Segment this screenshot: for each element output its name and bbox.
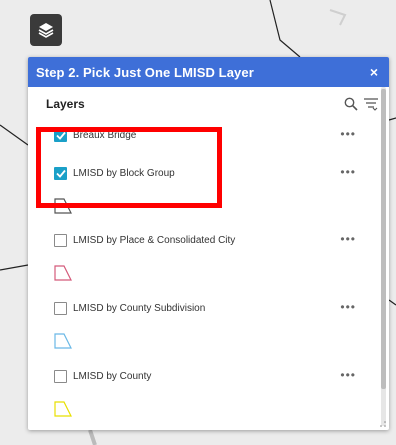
layer-label: LMISD by Block Group (73, 167, 175, 179)
legend-swatch-block-group (54, 198, 72, 214)
more-options-icon[interactable]: ••• (340, 128, 356, 140)
layer-label: Breaux Bridge (73, 129, 137, 141)
collapse-caret-icon[interactable] (28, 170, 46, 176)
expand-caret-icon[interactable] (28, 131, 46, 139)
layer-checkbox[interactable] (54, 233, 67, 247)
layer-label: LMISD by Place & Consolidated City (73, 234, 236, 246)
layers-title: Layers (46, 97, 85, 111)
layers-subheader: Layers (28, 87, 389, 121)
layer-label: LMISD by County (73, 370, 152, 382)
more-options-icon[interactable]: ••• (340, 369, 356, 381)
check-icon (55, 131, 66, 140)
layer-row-county[interactable]: LMISD by County ••• (28, 366, 374, 386)
legend-swatch-county-subdivision (54, 333, 72, 349)
layer-row-county-subdivision[interactable]: LMISD by County Subdivision ••• (28, 298, 374, 318)
layer-checkbox[interactable] (54, 301, 67, 315)
layer-row-place[interactable]: LMISD by Place & Consolidated City ••• (28, 230, 374, 250)
panel-title: Step 2. Pick Just One LMISD Layer (36, 64, 254, 80)
layer-row-block-group[interactable]: LMISD by Block Group ••• (28, 163, 374, 183)
more-options-icon[interactable]: ••• (340, 301, 356, 313)
layer-list: Breaux Bridge ••• LMISD by Block Group •… (28, 121, 389, 430)
scrollbar-thumb[interactable] (381, 89, 386, 389)
layer-label: LMISD by County Subdivision (73, 302, 206, 314)
more-options-icon[interactable]: ••• (340, 166, 356, 178)
more-options-icon[interactable]: ••• (340, 233, 356, 245)
check-icon (55, 169, 66, 178)
layers-icon (38, 23, 54, 38)
scrollbar[interactable] (381, 87, 386, 426)
search-icon[interactable] (343, 96, 359, 112)
layer-checkbox[interactable] (54, 166, 67, 180)
panel-header: Step 2. Pick Just One LMISD Layer × (28, 57, 389, 87)
collapse-caret-icon[interactable] (28, 305, 46, 311)
layer-row-breaux-bridge[interactable]: Breaux Bridge ••• (28, 125, 374, 145)
layer-list-button[interactable] (30, 14, 62, 46)
layer-panel: Step 2. Pick Just One LMISD Layer × Laye… (28, 57, 389, 430)
resize-grip-icon[interactable] (379, 420, 387, 428)
layer-checkbox[interactable] (54, 369, 67, 383)
filter-options-icon[interactable] (363, 96, 379, 112)
layer-checkbox[interactable] (54, 128, 67, 142)
collapse-caret-icon[interactable] (28, 237, 46, 243)
legend-swatch-place (54, 265, 72, 281)
collapse-caret-icon[interactable] (28, 373, 46, 379)
legend-swatch-county (54, 401, 72, 417)
close-button[interactable]: × (370, 64, 378, 80)
